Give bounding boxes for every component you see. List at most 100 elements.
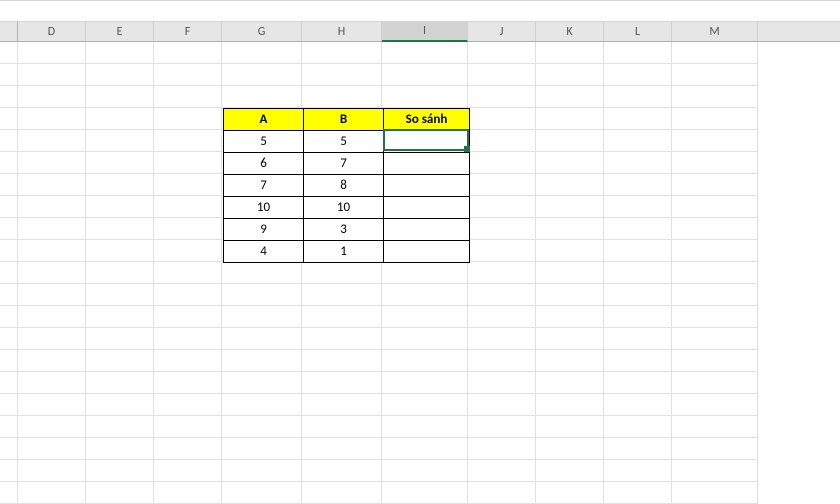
grid-cell[interactable]	[672, 240, 758, 262]
grid-cell[interactable]	[0, 130, 18, 152]
grid-cell[interactable]	[468, 86, 536, 108]
grid-cell[interactable]	[154, 438, 222, 460]
grid-cell[interactable]	[18, 174, 86, 196]
grid-cell[interactable]	[536, 42, 604, 64]
grid-cell[interactable]	[222, 86, 302, 108]
grid-cell[interactable]	[154, 152, 222, 174]
grid-cell[interactable]	[0, 350, 18, 372]
grid-cell[interactable]	[672, 64, 758, 86]
column-header-i[interactable]: I	[382, 22, 468, 42]
grid-cell[interactable]	[154, 86, 222, 108]
grid-cell[interactable]	[222, 438, 302, 460]
column-header-l[interactable]: L	[604, 22, 672, 41]
grid-cell[interactable]	[154, 130, 222, 152]
grid-cell[interactable]	[536, 284, 604, 306]
grid-cell[interactable]	[604, 350, 672, 372]
grid-cell[interactable]	[468, 196, 536, 218]
column-header-g[interactable]: G	[222, 22, 302, 41]
grid-cell[interactable]	[0, 152, 18, 174]
grid-cell[interactable]	[604, 42, 672, 64]
grid-cell[interactable]	[672, 86, 758, 108]
grid-cell[interactable]	[536, 108, 604, 130]
grid-cell[interactable]	[302, 306, 382, 328]
grid-cell[interactable]	[0, 284, 18, 306]
grid-cell[interactable]	[86, 240, 154, 262]
grid-cell[interactable]	[154, 328, 222, 350]
grid-cell[interactable]	[302, 42, 382, 64]
grid-cell[interactable]	[604, 284, 672, 306]
grid-cell[interactable]	[302, 86, 382, 108]
table-cell[interactable]: 6	[224, 153, 304, 175]
column-header-j[interactable]: J	[468, 22, 536, 41]
grid-cell[interactable]	[468, 350, 536, 372]
grid-cell[interactable]	[302, 284, 382, 306]
grid-cell[interactable]	[0, 328, 18, 350]
grid-cell[interactable]	[604, 438, 672, 460]
grid-cell[interactable]	[18, 108, 86, 130]
grid-cell[interactable]	[468, 460, 536, 482]
column-header-k[interactable]: K	[536, 22, 604, 41]
grid-cell[interactable]	[536, 328, 604, 350]
grid-cell[interactable]	[604, 394, 672, 416]
grid-cell[interactable]	[604, 196, 672, 218]
grid-cell[interactable]	[154, 108, 222, 130]
grid-cell[interactable]	[672, 372, 758, 394]
column-header-d[interactable]: D	[18, 22, 86, 41]
grid-cell[interactable]	[222, 416, 302, 438]
grid-cell[interactable]	[672, 306, 758, 328]
grid-cell[interactable]	[468, 130, 536, 152]
grid-cell[interactable]	[604, 152, 672, 174]
table-cell[interactable]	[384, 131, 470, 153]
grid-cell[interactable]	[672, 460, 758, 482]
grid-cell[interactable]	[468, 284, 536, 306]
grid-cell[interactable]	[0, 174, 18, 196]
grid-cell[interactable]	[604, 108, 672, 130]
grid-cell[interactable]	[302, 416, 382, 438]
grid-cell[interactable]	[0, 416, 18, 438]
column-header-f[interactable]: F	[154, 22, 222, 41]
grid-cell[interactable]	[18, 240, 86, 262]
grid-cell[interactable]	[18, 328, 86, 350]
grid-cell[interactable]	[154, 42, 222, 64]
grid-cell[interactable]	[0, 438, 18, 460]
grid-cell[interactable]	[154, 64, 222, 86]
grid-cell[interactable]	[382, 482, 468, 504]
grid-cell[interactable]	[672, 196, 758, 218]
grid-cell[interactable]	[604, 262, 672, 284]
table-cell[interactable]: 10	[304, 197, 384, 219]
grid-cell[interactable]	[0, 372, 18, 394]
grid-cell[interactable]	[86, 86, 154, 108]
table-cell[interactable]: 8	[304, 175, 384, 197]
grid-cell[interactable]	[536, 438, 604, 460]
grid-cell[interactable]	[468, 438, 536, 460]
grid-cell[interactable]	[86, 152, 154, 174]
grid-cell[interactable]	[0, 306, 18, 328]
grid-cell[interactable]	[604, 174, 672, 196]
grid-cell[interactable]	[86, 130, 154, 152]
grid-cell[interactable]	[302, 328, 382, 350]
grid-cell[interactable]	[302, 350, 382, 372]
grid-cell[interactable]	[222, 284, 302, 306]
grid-cell[interactable]	[154, 350, 222, 372]
table-cell[interactable]: 7	[224, 175, 304, 197]
table-cell[interactable]	[384, 175, 470, 197]
grid-cell[interactable]	[86, 460, 154, 482]
grid-cell[interactable]	[672, 438, 758, 460]
grid-cell[interactable]	[0, 108, 18, 130]
formula-bar[interactable]	[0, 0, 840, 22]
grid-cell[interactable]	[86, 328, 154, 350]
grid-cell[interactable]	[302, 64, 382, 86]
grid-cell[interactable]	[86, 174, 154, 196]
grid-cell[interactable]	[222, 460, 302, 482]
grid-cell[interactable]	[468, 306, 536, 328]
grid-cell[interactable]	[222, 372, 302, 394]
table-header-b[interactable]: B	[304, 109, 384, 131]
table-cell[interactable]: 5	[304, 131, 384, 153]
grid-cell[interactable]	[468, 42, 536, 64]
grid-cell[interactable]	[18, 218, 86, 240]
grid-cell[interactable]	[86, 482, 154, 504]
grid-cell[interactable]	[604, 64, 672, 86]
grid-cell[interactable]	[604, 328, 672, 350]
grid-cell[interactable]	[18, 152, 86, 174]
grid-cell[interactable]	[468, 108, 536, 130]
